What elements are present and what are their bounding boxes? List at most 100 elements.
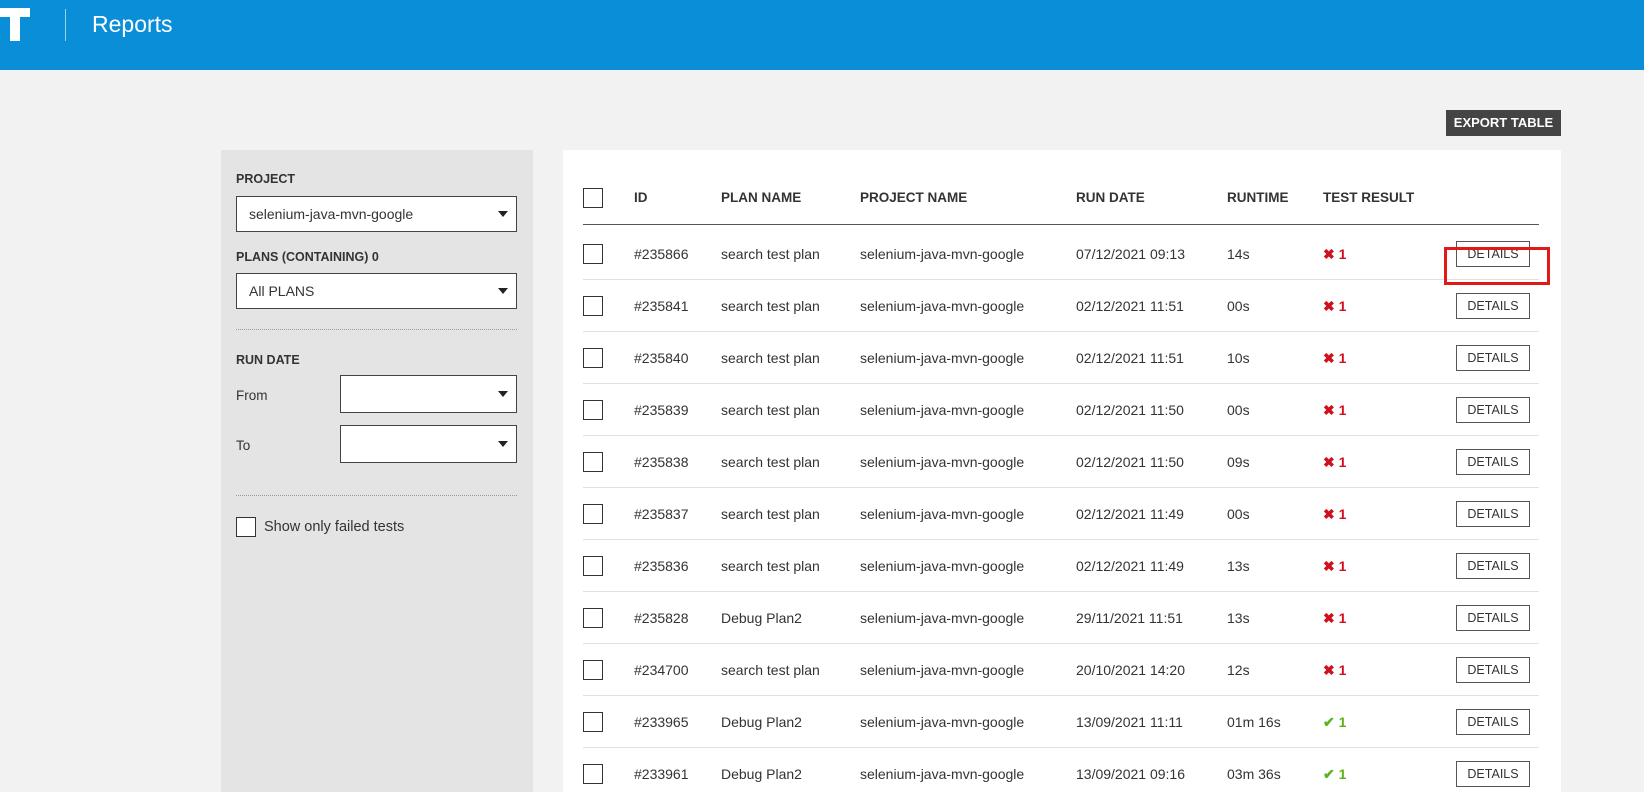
cell-plan-name: Debug Plan2 [721, 714, 802, 730]
plans-select-value: All PLANS [249, 283, 315, 299]
cell-id: #235836 [634, 558, 689, 574]
table-row: #235828 Debug Plan2 selenium-java-mvn-goog… [583, 592, 1539, 644]
details-button[interactable]: DETAILS [1456, 293, 1530, 319]
table-row: #235839 search test plan selenium-java-mvn… [583, 384, 1539, 436]
t-logo-icon[interactable] [0, 4, 30, 44]
header-project-name[interactable]: PROJECT NAME [860, 190, 967, 205]
cell-id: #235838 [634, 454, 689, 470]
to-date-select[interactable] [340, 425, 517, 463]
cell-test-result: ✖ 1 [1323, 436, 1346, 488]
cell-project-name: selenium-java-mvn-google [860, 402, 1025, 418]
divider [236, 329, 517, 330]
row-checkbox[interactable] [583, 608, 603, 628]
result-count: 1 [1338, 610, 1347, 626]
cell-project-name: selenium-java-mvn-google [860, 558, 1025, 574]
cell-plan-name: search test plan [721, 506, 820, 522]
details-button[interactable]: DETAILS [1456, 761, 1530, 787]
details-button[interactable]: DETAILS [1456, 657, 1530, 683]
chevron-down-icon [498, 288, 508, 294]
to-label: To [236, 438, 251, 453]
cell-test-result: ✔ 1 [1323, 748, 1346, 792]
plans-select[interactable]: All PLANS [236, 273, 517, 309]
details-button[interactable]: DETAILS [1456, 345, 1530, 371]
from-date-select[interactable] [340, 375, 517, 413]
check-icon: ✔ [1323, 766, 1335, 782]
top-bar: Reports [0, 0, 1644, 70]
table-row: #235866 search test plan selenium-java-mvn… [583, 228, 1539, 280]
filter-panel: PROJECT selenium-java-mvn-google PLANS (… [221, 150, 533, 792]
details-button[interactable]: DETAILS [1456, 709, 1530, 735]
cell-project-name: selenium-java-mvn-google [860, 350, 1025, 366]
table-row: #235837 search test plan selenium-java-mvn… [583, 488, 1539, 540]
cell-runtime: 09s [1227, 454, 1250, 470]
cross-icon: ✖ [1323, 662, 1335, 678]
cell-run-date: 13/09/2021 11:11 [1076, 714, 1183, 730]
cell-id: #233965 [634, 714, 689, 730]
row-checkbox[interactable] [583, 244, 603, 264]
header-separator [65, 9, 66, 41]
cross-icon: ✖ [1323, 350, 1335, 366]
cell-plan-name: search test plan [721, 662, 820, 678]
cell-project-name: selenium-java-mvn-google [860, 246, 1025, 262]
table-row: #235838 search test plan selenium-java-mvn… [583, 436, 1539, 488]
row-checkbox[interactable] [583, 348, 603, 368]
row-checkbox[interactable] [583, 296, 603, 316]
row-checkbox[interactable] [583, 660, 603, 680]
cell-plan-name: search test plan [721, 350, 820, 366]
cell-run-date: 13/09/2021 09:16 [1076, 766, 1185, 782]
result-count: 1 [1338, 714, 1347, 730]
row-checkbox[interactable] [583, 556, 603, 576]
cell-project-name: selenium-java-mvn-google [860, 766, 1025, 782]
plans-label: PLANS (CONTAINING) 0 [236, 250, 379, 264]
header-id[interactable]: ID [634, 190, 648, 205]
row-checkbox[interactable] [583, 400, 603, 420]
cell-run-date: 29/11/2021 11:51 [1076, 610, 1183, 626]
header-plan-name[interactable]: PLAN NAME [721, 190, 801, 205]
result-count: 1 [1338, 350, 1347, 366]
show-failed-label: Show only failed tests [264, 519, 405, 535]
result-count: 1 [1338, 662, 1347, 678]
page-title: Reports [92, 11, 173, 37]
cell-project-name: selenium-java-mvn-google [860, 714, 1025, 730]
details-button[interactable]: DETAILS [1456, 397, 1530, 423]
cell-runtime: 01m 16s [1227, 714, 1281, 730]
cell-runtime: 10s [1227, 350, 1250, 366]
result-count: 1 [1338, 246, 1347, 262]
cell-id: #233961 [634, 766, 689, 782]
header-runtime[interactable]: RUNTIME [1227, 190, 1289, 205]
table-row: #235840 search test plan selenium-java-mvn… [583, 332, 1539, 384]
cell-run-date: 02/12/2021 11:49 [1076, 558, 1184, 574]
row-checkbox[interactable] [583, 764, 603, 784]
from-label: From [236, 388, 268, 403]
project-label: PROJECT [236, 172, 296, 186]
details-button[interactable]: DETAILS [1456, 449, 1530, 475]
row-checkbox[interactable] [583, 712, 603, 732]
cell-run-date: 02/12/2021 11:51 [1076, 350, 1184, 366]
details-button[interactable]: DETAILS [1456, 501, 1530, 527]
check-icon: ✔ [1323, 714, 1335, 730]
row-checkbox[interactable] [583, 452, 603, 472]
cell-project-name: selenium-java-mvn-google [860, 610, 1025, 626]
details-button[interactable]: DETAILS [1456, 605, 1530, 631]
show-failed-checkbox[interactable] [236, 517, 256, 537]
details-button[interactable]: DETAILS [1456, 553, 1530, 579]
cell-test-result: ✖ 1 [1323, 488, 1346, 540]
chevron-down-icon [498, 391, 508, 397]
project-select[interactable]: selenium-java-mvn-google [236, 196, 517, 232]
header-test-result[interactable]: TEST RESULT [1323, 190, 1414, 205]
cell-plan-name: Debug Plan2 [721, 766, 802, 782]
select-all-checkbox[interactable] [583, 188, 603, 208]
cell-runtime: 13s [1227, 610, 1250, 626]
cell-id: #235839 [634, 402, 689, 418]
cross-icon: ✖ [1323, 246, 1335, 262]
result-count: 1 [1338, 402, 1347, 418]
export-table-button[interactable]: EXPORT TABLE [1446, 110, 1561, 136]
header-run-date[interactable]: RUN DATE [1076, 190, 1145, 205]
row-checkbox[interactable] [583, 504, 603, 524]
cell-test-result: ✖ 1 [1323, 280, 1346, 332]
cell-test-result: ✖ 1 [1323, 592, 1346, 644]
divider [236, 495, 517, 496]
cell-plan-name: search test plan [721, 454, 820, 470]
result-count: 1 [1338, 766, 1347, 782]
highlight-box [1444, 247, 1550, 285]
